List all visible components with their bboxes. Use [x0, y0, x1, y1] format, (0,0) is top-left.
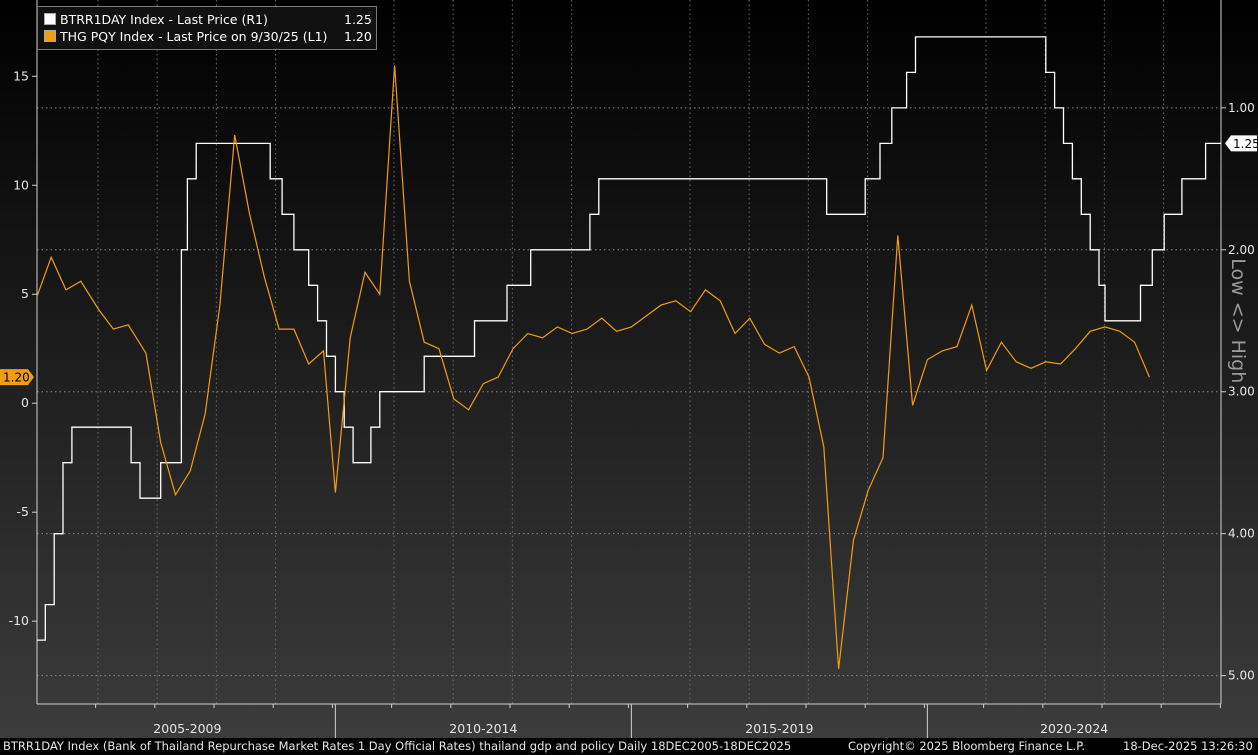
left-tick-label: 15	[13, 68, 29, 83]
right-tick-label: 4.00	[1228, 527, 1255, 541]
left-last-badge-label: 1.20	[3, 371, 30, 385]
footer-description: BTRR1DAY Index (Bank of Thailand Repurch…	[3, 739, 792, 753]
left-tick-label: 5	[21, 286, 29, 301]
plot-background	[0, 0, 1258, 738]
left-tick-label: -5	[17, 504, 29, 519]
footer-timestamp: 18-Dec-2025 13:26:30	[1123, 739, 1253, 753]
legend-item-gdp: THG PQY Index - Last Price on 9/30/25 (L…	[44, 28, 372, 44]
right-tick-label: 1.00	[1228, 101, 1255, 115]
chart-canvas: -10 -5 0 5 10 15 1.00 2.00 3.00 4.00 5.00 Low <> Hi…	[0, 0, 1258, 738]
legend: BTRR1DAY Index - Last Price (R1) 1.25 TH…	[37, 6, 377, 50]
left-tick-label: 0	[21, 395, 29, 410]
legend-swatch-orange	[44, 30, 56, 42]
left-tick-label: 10	[13, 177, 29, 192]
footer: BTRR1DAY Index (Bank of Thailand Repurch…	[0, 738, 1258, 755]
period-label: 2020-2024	[1040, 721, 1108, 736]
chart: -10 -5 0 5 10 15 1.00 2.00 3.00 4.00 5.00 Low <> Hi…	[0, 0, 1258, 755]
legend-value: 1.25	[344, 11, 372, 27]
legend-item-policy-rate: BTRR1DAY Index - Last Price (R1) 1.25	[44, 11, 372, 27]
legend-label: THG PQY Index - Last Price on 9/30/25 (L…	[60, 28, 328, 44]
right-tick-label: 3.00	[1228, 385, 1255, 399]
period-label: 2010-2014	[449, 721, 517, 736]
right-axis-title: Low <> High	[1227, 258, 1249, 383]
period-label: 2005-2009	[153, 721, 221, 736]
right-tick-label: 2.00	[1228, 243, 1255, 257]
period-label: 2015-2019	[745, 721, 813, 736]
legend-value: 1.20	[344, 28, 372, 44]
legend-swatch-white	[44, 13, 56, 25]
footer-copyright: Copyright© 2025 Bloomberg Finance L.P.	[848, 739, 1085, 753]
right-tick-label: 5.00	[1228, 669, 1255, 683]
legend-label: BTRR1DAY Index - Last Price (R1)	[60, 11, 268, 27]
left-tick-label: -10	[9, 613, 29, 628]
right-last-badge-label: 1.25	[1233, 137, 1258, 151]
